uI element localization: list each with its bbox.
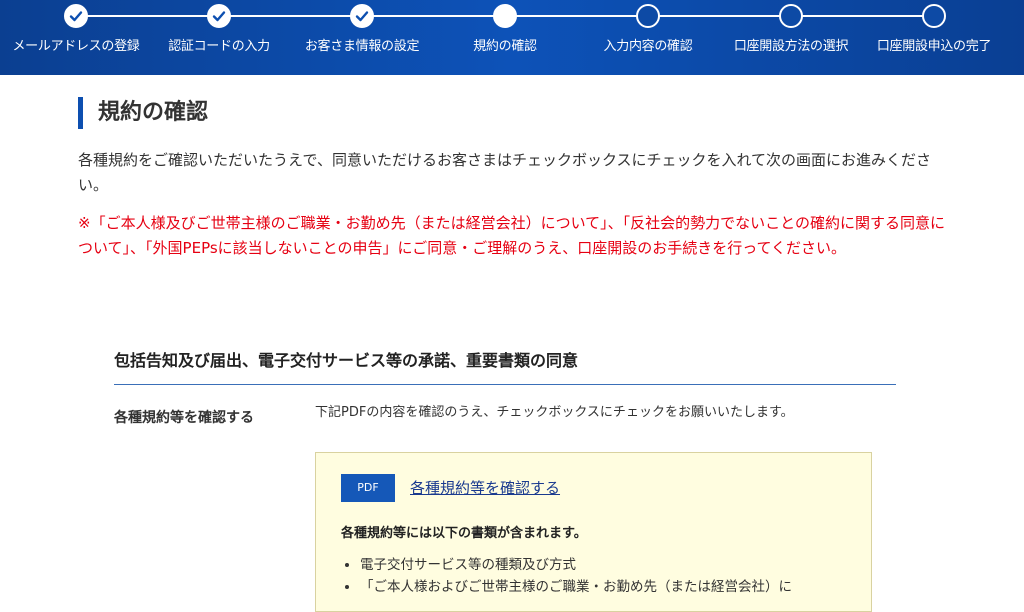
step-label: 認証コードの入力	[168, 39, 270, 54]
step-label: 口座開設申込の完了	[876, 39, 992, 54]
terms-pdf-link[interactable]: 各種規約等を確認する	[410, 477, 560, 498]
check-icon	[64, 4, 88, 28]
section-title: 包括告知及び届出、電子交付サービス等の承諾、重要書類の同意	[114, 351, 579, 370]
list-item: 電子交付サービス等の種類及び方式	[360, 554, 861, 576]
document-list: 電子交付サービス等の種類及び方式 「ご本人様およびご世帯主様のご職業・お勤め先（…	[341, 554, 861, 598]
document-list-heading: 各種規約等には以下の書類が含まれます。	[341, 526, 587, 541]
terms-document-box: PDF 各種規約等を確認する 各種規約等には以下の書類が含まれます。 電子交付サ…	[315, 452, 872, 612]
step-label: 入力内容の確認	[603, 39, 693, 54]
empty-step-circle-icon	[636, 4, 660, 28]
empty-step-circle-icon	[779, 4, 803, 28]
step-customer-info: お客さま情報の設定	[287, 0, 437, 75]
step-confirm-input: 入力内容の確認	[573, 0, 723, 75]
list-item: 「ご本人様およびご世帯主様のご職業・お勤め先（または経営会社）に	[360, 576, 861, 598]
step-label: お客さま情報の設定	[304, 39, 420, 54]
step-label: メールアドレスの登録	[12, 39, 140, 54]
step-account-method: 口座開設方法の選択	[716, 0, 866, 75]
pdf-badge: PDF	[341, 474, 395, 502]
step-label: 規約の確認	[473, 39, 537, 54]
intro-text: 各種規約をご確認いただいたうえで、同意いただけるお客さまはチェックボックスにチェ…	[78, 151, 932, 194]
progress-stepper: メールアドレスの登録 認証コードの入力 お客さま情報の設定 規約の確認 入力内容…	[0, 0, 1024, 75]
current-step-dot-icon	[493, 4, 517, 28]
row-description: 下記PDFの内容を確認のうえ、チェックボックスにチェックをお願いいたします。	[315, 405, 794, 420]
step-label: 口座開設方法の選択	[733, 39, 849, 54]
step-email: メールアドレスの登録	[1, 0, 151, 75]
step-complete: 口座開設申込の完了	[859, 0, 1009, 75]
step-terms: 規約の確認	[430, 0, 580, 75]
section-divider	[114, 384, 896, 385]
check-icon	[350, 4, 374, 28]
row-label: 各種規約等を確認する	[114, 410, 254, 426]
empty-step-circle-icon	[922, 4, 946, 28]
page-title: 規約の確認	[78, 97, 208, 129]
check-icon	[207, 4, 231, 28]
step-auth-code: 認証コードの入力	[144, 0, 294, 75]
notice-text: ※「ご本人様及びご世帯主様のご職業・お勤め先（または経営会社）について」、「反社…	[78, 214, 945, 257]
